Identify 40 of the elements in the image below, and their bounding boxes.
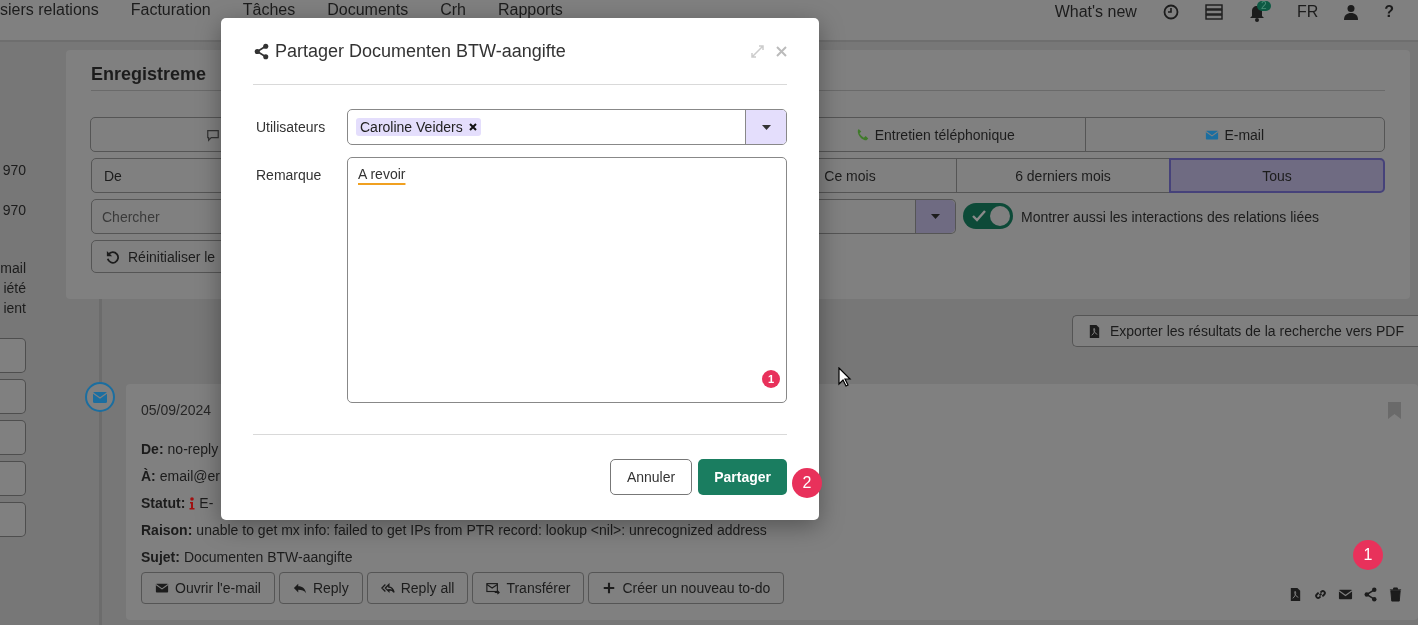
- toggle-label: Montrer aussi les interactions des relations liées: [1021, 208, 1320, 225]
- entry-action-button[interactable]: Transférer: [472, 572, 585, 604]
- nav-link[interactable]: siers relations: [0, 1, 99, 19]
- sidebar-text: iété: [3, 279, 26, 298]
- users-select[interactable]: Caroline Veiders: [347, 109, 787, 145]
- share-button[interactable]: Partager: [698, 459, 787, 495]
- entry-field: Raison: unable to get mx info: failed to get IPs from PTR record: lookup <nil>: unrecognized address: [141, 521, 767, 539]
- help-link[interactable]: ?: [1384, 2, 1394, 21]
- sidebar-text: mail: [0, 259, 26, 278]
- dialog-title: Partager Documenten BTW-aangifte: [275, 40, 566, 62]
- nav-link[interactable]: Rapports: [497, 1, 563, 19]
- step-badge: 1: [762, 370, 780, 388]
- type-filter-button[interactable]: E-mail: [1084, 117, 1385, 152]
- entry-field: De: no-reply: [141, 440, 219, 458]
- entry-action-button[interactable]: Reply: [278, 572, 363, 604]
- period-tab[interactable]: Tous: [1169, 158, 1385, 193]
- nav-link[interactable]: Documents: [327, 1, 409, 19]
- remark-field[interactable]: A revoir 1: [347, 157, 787, 403]
- entry-action-button[interactable]: Ouvrir l'e-mail: [141, 572, 275, 604]
- sidebar-text: ient: [3, 299, 26, 318]
- nav-link[interactable]: Facturation: [130, 1, 211, 19]
- export-pdf-button[interactable]: Exporter les résultats de la recherche vers PDF: [1071, 315, 1418, 347]
- entry-field: Statut: E-: [141, 494, 214, 512]
- sidebar-text: 970: [2, 161, 26, 180]
- user-chip[interactable]: Caroline Veiders: [356, 118, 481, 136]
- entry-date: 05/09/2024: [141, 402, 212, 418]
- entry-field: À: email@er: [141, 467, 220, 485]
- sidebar-text: 970: [2, 201, 26, 220]
- field-label: Utilisateurs: [255, 118, 327, 137]
- field-label: Remarque: [255, 166, 323, 185]
- entry-action-button[interactable]: Créer un nouveau to-do: [588, 572, 785, 604]
- nav-link[interactable]: Tâches: [242, 1, 296, 19]
- whats-new-link[interactable]: What's new: [1054, 2, 1137, 21]
- entry-field: Sujet: Documenten BTW-aangifte: [141, 548, 353, 566]
- cancel-button[interactable]: Annuler: [609, 459, 693, 495]
- entry-action-button[interactable]: Reply all: [366, 572, 469, 604]
- nav-link[interactable]: Crh: [440, 1, 466, 19]
- panel-title: Enregistreme: [91, 63, 208, 86]
- language-link[interactable]: FR: [1296, 2, 1319, 21]
- period-tab[interactable]: 6 derniers mois: [956, 158, 1170, 193]
